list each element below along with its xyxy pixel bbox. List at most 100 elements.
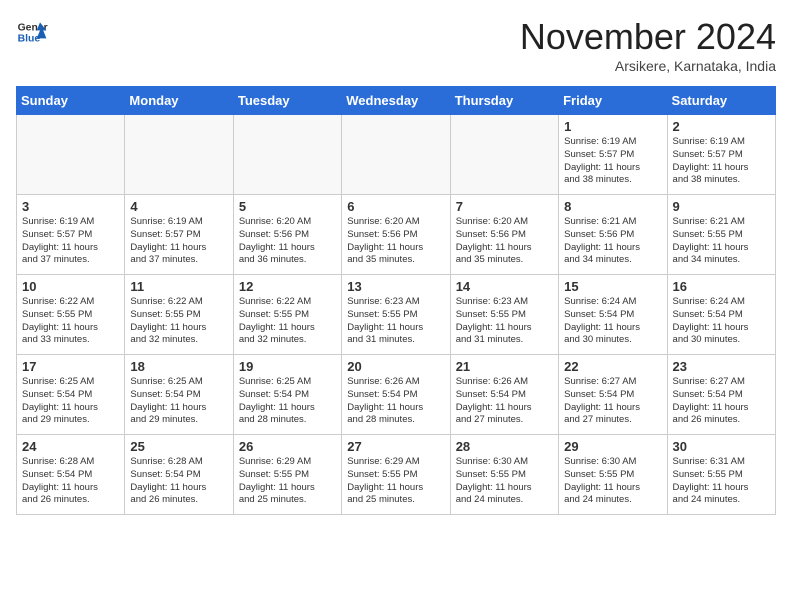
day-number: 17 (22, 359, 119, 374)
calendar-week-5: 24 Sunrise: 6:28 AM Sunset: 5:54 PM Dayli… (17, 435, 776, 515)
calendar-cell: 4 Sunrise: 6:19 AM Sunset: 5:57 PM Daylig… (125, 195, 233, 275)
calendar-week-4: 17 Sunrise: 6:25 AM Sunset: 5:54 PM Dayli… (17, 355, 776, 435)
title-block: November 2024 Arsikere, Karnataka, India (520, 16, 776, 74)
calendar-table: SundayMondayTuesdayWednesdayThursdayFrid… (16, 86, 776, 515)
calendar-week-1: 1Sunrise: 6:19 AM Sunset: 5:57 PM Daylig… (17, 115, 776, 195)
day-info: Sunrise: 6:29 AM Sunset: 5:55 PM Dayligh… (239, 456, 336, 507)
calendar-cell: 23 Sunrise: 6:27 AM Sunset: 5:54 PM Dayli… (667, 355, 775, 435)
calendar-cell: 12Sunrise: 6:22 AM Sunset: 5:55 PM Dayli… (233, 275, 341, 355)
calendar-cell: 22 Sunrise: 6:27 AM Sunset: 5:54 PM Dayli… (559, 355, 667, 435)
calendar-cell: 26 Sunrise: 6:29 AM Sunset: 5:55 PM Dayli… (233, 435, 341, 515)
day-info: Sunrise: 6:30 AM Sunset: 5:55 PM Dayligh… (564, 456, 661, 507)
day-info: Sunrise: 6:19 AM Sunset: 5:57 PM Dayligh… (130, 216, 227, 267)
day-info: Sunrise: 6:26 AM Sunset: 5:54 PM Dayligh… (456, 376, 553, 427)
day-info: Sunrise: 6:20 AM Sunset: 5:56 PM Dayligh… (347, 216, 444, 267)
calendar-cell: 14 Sunrise: 6:23 AM Sunset: 5:55 PM Dayli… (450, 275, 558, 355)
day-info: Sunrise: 6:20 AM Sunset: 5:56 PM Dayligh… (239, 216, 336, 267)
calendar-cell: 27 Sunrise: 6:29 AM Sunset: 5:55 PM Dayli… (342, 435, 450, 515)
calendar-cell: 19 Sunrise: 6:25 AM Sunset: 5:54 PM Dayli… (233, 355, 341, 435)
svg-text:Blue: Blue (18, 34, 41, 45)
weekday-header-sunday: Sunday (17, 87, 125, 115)
day-info: Sunrise: 6:24 AM Sunset: 5:54 PM Dayligh… (673, 296, 770, 347)
calendar-cell: 21 Sunrise: 6:26 AM Sunset: 5:54 PM Dayli… (450, 355, 558, 435)
calendar-cell: 6Sunrise: 6:20 AM Sunset: 5:56 PM Daylig… (342, 195, 450, 275)
day-number: 3 (22, 199, 119, 214)
day-number: 26 (239, 439, 336, 454)
day-number: 27 (347, 439, 444, 454)
day-number: 23 (673, 359, 770, 374)
day-number: 30 (673, 439, 770, 454)
location-subtitle: Arsikere, Karnataka, India (520, 58, 776, 74)
calendar-cell: 15 Sunrise: 6:24 AM Sunset: 5:54 PM Dayli… (559, 275, 667, 355)
day-number: 15 (564, 279, 661, 294)
day-info: Sunrise: 6:28 AM Sunset: 5:54 PM Dayligh… (130, 456, 227, 507)
day-number: 22 (564, 359, 661, 374)
weekday-header-wednesday: Wednesday (342, 87, 450, 115)
calendar-cell: 3 Sunrise: 6:19 AM Sunset: 5:57 PM Daylig… (17, 195, 125, 275)
day-number: 21 (456, 359, 553, 374)
weekday-header-tuesday: Tuesday (233, 87, 341, 115)
calendar-cell (342, 115, 450, 195)
calendar-cell: 1Sunrise: 6:19 AM Sunset: 5:57 PM Daylig… (559, 115, 667, 195)
day-info: Sunrise: 6:23 AM Sunset: 5:55 PM Dayligh… (347, 296, 444, 347)
day-info: Sunrise: 6:25 AM Sunset: 5:54 PM Dayligh… (22, 376, 119, 427)
calendar-cell: 18 Sunrise: 6:25 AM Sunset: 5:54 PM Dayli… (125, 355, 233, 435)
calendar-cell: 24Sunrise: 6:28 AM Sunset: 5:54 PM Dayli… (17, 435, 125, 515)
calendar-cell: 2Sunrise: 6:19 AM Sunset: 5:57 PM Daylig… (667, 115, 775, 195)
weekday-header-saturday: Saturday (667, 87, 775, 115)
day-number: 28 (456, 439, 553, 454)
day-number: 24 (22, 439, 119, 454)
day-number: 7 (456, 199, 553, 214)
day-number: 11 (130, 279, 227, 294)
day-number: 1 (564, 119, 661, 134)
weekday-header-monday: Monday (125, 87, 233, 115)
day-info: Sunrise: 6:20 AM Sunset: 5:56 PM Dayligh… (456, 216, 553, 267)
day-number: 18 (130, 359, 227, 374)
calendar-cell: 13 Sunrise: 6:23 AM Sunset: 5:55 PM Dayli… (342, 275, 450, 355)
day-info: Sunrise: 6:27 AM Sunset: 5:54 PM Dayligh… (564, 376, 661, 427)
calendar-cell: 7 Sunrise: 6:20 AM Sunset: 5:56 PM Daylig… (450, 195, 558, 275)
day-info: Sunrise: 6:22 AM Sunset: 5:55 PM Dayligh… (239, 296, 336, 347)
day-number: 19 (239, 359, 336, 374)
day-number: 13 (347, 279, 444, 294)
day-info: Sunrise: 6:22 AM Sunset: 5:55 PM Dayligh… (130, 296, 227, 347)
calendar-week-3: 10 Sunrise: 6:22 AM Sunset: 5:55 PM Dayli… (17, 275, 776, 355)
calendar-cell (17, 115, 125, 195)
calendar-cell: 25 Sunrise: 6:28 AM Sunset: 5:54 PM Dayli… (125, 435, 233, 515)
day-info: Sunrise: 6:25 AM Sunset: 5:54 PM Dayligh… (130, 376, 227, 427)
weekday-header-friday: Friday (559, 87, 667, 115)
day-info: Sunrise: 6:24 AM Sunset: 5:54 PM Dayligh… (564, 296, 661, 347)
weekday-header-row: SundayMondayTuesdayWednesdayThursdayFrid… (17, 87, 776, 115)
day-info: Sunrise: 6:19 AM Sunset: 5:57 PM Dayligh… (22, 216, 119, 267)
calendar-cell (125, 115, 233, 195)
day-info: Sunrise: 6:21 AM Sunset: 5:55 PM Dayligh… (673, 216, 770, 267)
day-number: 14 (456, 279, 553, 294)
page-header: General Blue November 2024 Arsikere, Kar… (16, 16, 776, 74)
day-info: Sunrise: 6:27 AM Sunset: 5:54 PM Dayligh… (673, 376, 770, 427)
calendar-week-2: 3 Sunrise: 6:19 AM Sunset: 5:57 PM Daylig… (17, 195, 776, 275)
day-info: Sunrise: 6:22 AM Sunset: 5:55 PM Dayligh… (22, 296, 119, 347)
month-title: November 2024 (520, 16, 776, 58)
day-info: Sunrise: 6:26 AM Sunset: 5:54 PM Dayligh… (347, 376, 444, 427)
day-info: Sunrise: 6:29 AM Sunset: 5:55 PM Dayligh… (347, 456, 444, 507)
day-number: 9 (673, 199, 770, 214)
logo-icon: General Blue (16, 16, 48, 48)
day-info: Sunrise: 6:21 AM Sunset: 5:56 PM Dayligh… (564, 216, 661, 267)
day-info: Sunrise: 6:23 AM Sunset: 5:55 PM Dayligh… (456, 296, 553, 347)
calendar-cell: 5 Sunrise: 6:20 AM Sunset: 5:56 PM Daylig… (233, 195, 341, 275)
weekday-header-thursday: Thursday (450, 87, 558, 115)
calendar-cell (450, 115, 558, 195)
calendar-cell: 30 Sunrise: 6:31 AM Sunset: 5:55 PM Dayli… (667, 435, 775, 515)
calendar-cell: 11 Sunrise: 6:22 AM Sunset: 5:55 PM Dayli… (125, 275, 233, 355)
day-number: 29 (564, 439, 661, 454)
calendar-cell: 8Sunrise: 6:21 AM Sunset: 5:56 PM Daylig… (559, 195, 667, 275)
day-number: 5 (239, 199, 336, 214)
day-info: Sunrise: 6:31 AM Sunset: 5:55 PM Dayligh… (673, 456, 770, 507)
day-number: 4 (130, 199, 227, 214)
day-info: Sunrise: 6:25 AM Sunset: 5:54 PM Dayligh… (239, 376, 336, 427)
calendar-cell: 10 Sunrise: 6:22 AM Sunset: 5:55 PM Dayli… (17, 275, 125, 355)
day-number: 10 (22, 279, 119, 294)
day-number: 20 (347, 359, 444, 374)
calendar-cell: 28Sunrise: 6:30 AM Sunset: 5:55 PM Dayli… (450, 435, 558, 515)
day-number: 25 (130, 439, 227, 454)
